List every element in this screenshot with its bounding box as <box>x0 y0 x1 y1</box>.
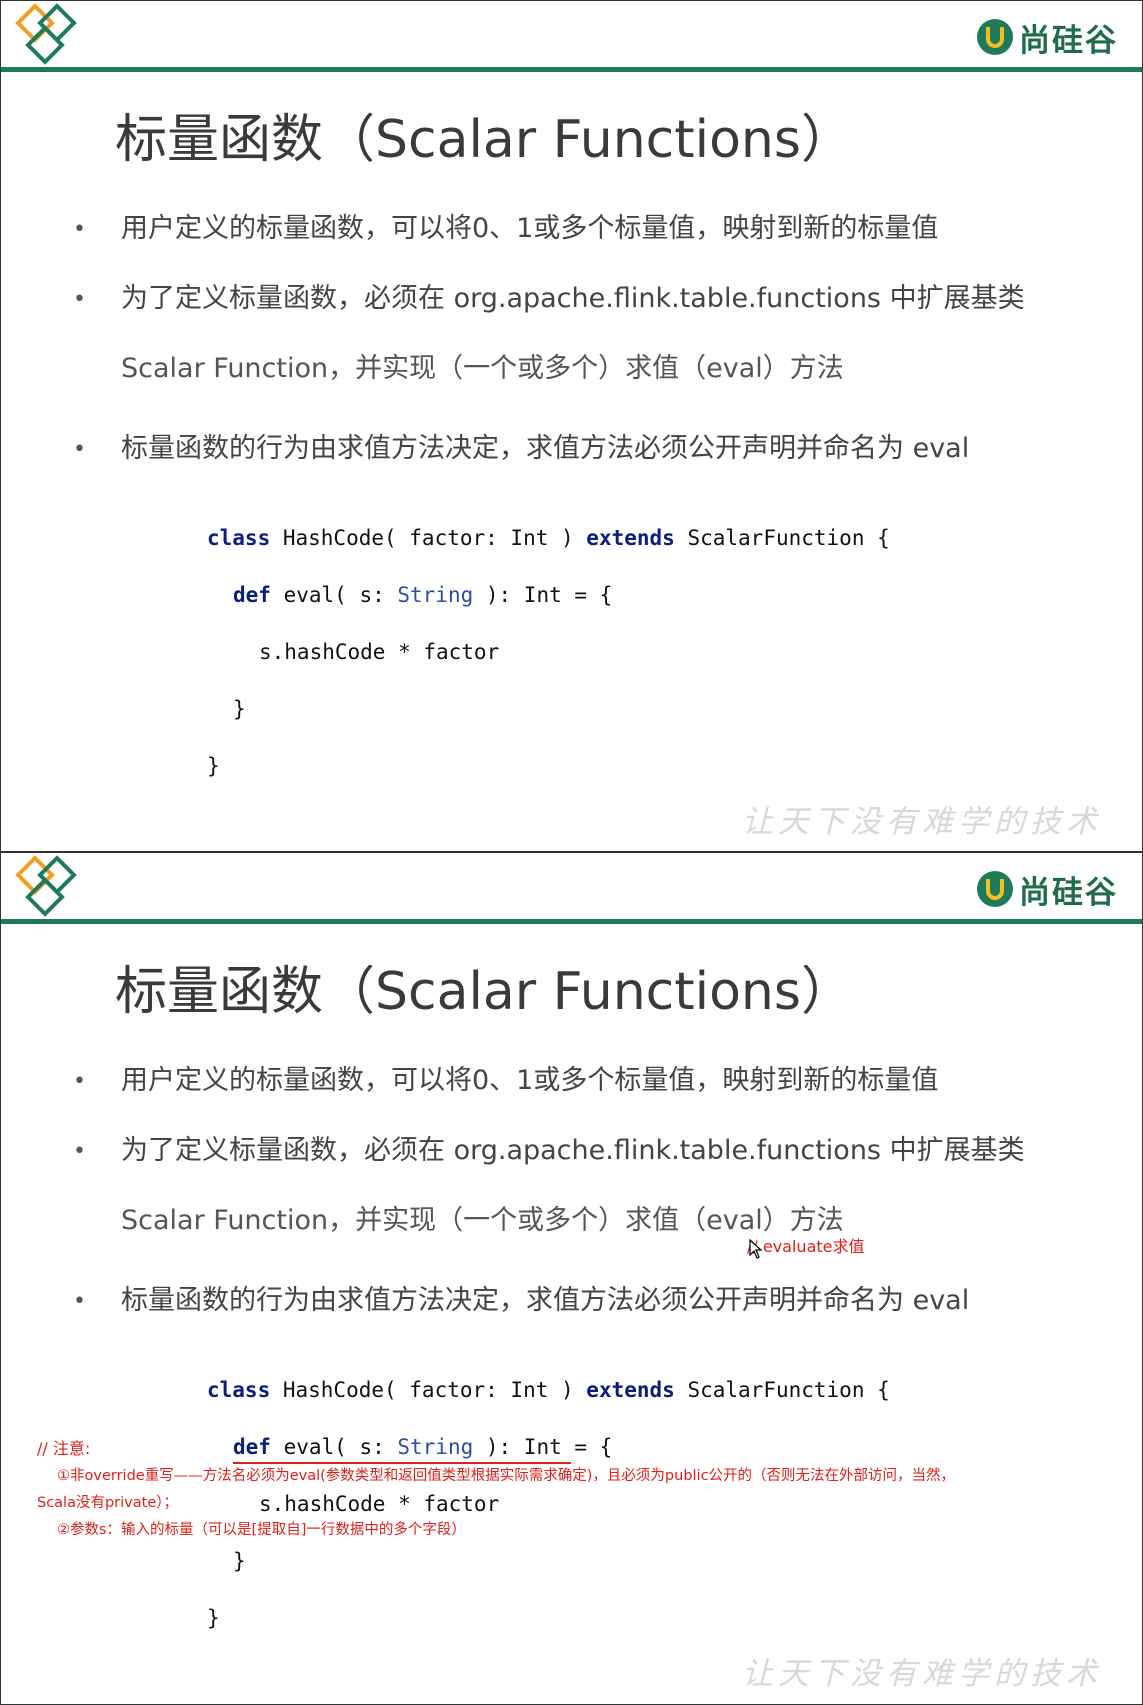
slide-title: 标量函数（Scalar Functions） <box>115 110 853 170</box>
header-divider <box>1 67 1142 72</box>
mouse-cursor-icon <box>749 1239 763 1259</box>
bullet-dot-icon: • <box>73 217 86 242</box>
code-line: def eval( s: String ): Int = { <box>233 583 613 607</box>
brand-u-icon <box>977 19 1013 55</box>
note-item-1-continued: Scala没有private）； <box>37 1495 178 1511</box>
code-line: } <box>207 1606 220 1630</box>
brand-name: 尚硅谷 <box>1019 874 1118 911</box>
brand-u-icon <box>977 871 1013 907</box>
code-line: } <box>233 1549 246 1573</box>
diamond-logo-icon <box>15 3 77 65</box>
bullet-item: • 为了定义标量函数，必须在 org.apache.flink.table.fun… <box>73 276 1025 315</box>
slide-2: 尚硅谷 标量函数（Scalar Functions） • 用户定义的标量函数，可以… <box>0 852 1143 1705</box>
bullet-text: 标量函数的行为由求值方法决定，求值方法必须公开声明并命名为 eval <box>121 1285 970 1316</box>
brand-logo: 尚硅谷 <box>975 867 1118 911</box>
code-line: s.hashCode * factor <box>259 1492 500 1516</box>
brand-name: 尚硅谷 <box>1019 22 1118 59</box>
code-line: class HashCode( factor: Int ) extends Sc… <box>207 526 890 550</box>
slogan-watermark: 让天下没有难学的技术 <box>742 804 1102 840</box>
bullet-item: • 用户定义的标量函数，可以将0、1或多个标量值，映射到新的标量值 <box>73 206 938 245</box>
slide-1: 尚硅谷 标量函数（Scalar Functions） • 用户定义的标量函数，可以… <box>0 0 1143 852</box>
diamond-logo-icon <box>15 855 77 917</box>
bullet-dot-icon: • <box>73 1289 86 1314</box>
bullet-dot-icon: • <box>73 287 86 312</box>
bullet-text: 为了定义标量函数，必须在 org.apache.flink.table.func… <box>121 1135 1025 1166</box>
bullet-dot-icon: • <box>73 437 86 462</box>
bullet-item: • 标量函数的行为由求值方法决定，求值方法必须公开声明并命名为 eval <box>73 1278 969 1317</box>
note-item-2: ②参数s：输入的标量（可以是[提取自]一行数据中的多个字段） <box>57 1522 466 1538</box>
bullet-item: • 为了定义标量函数，必须在 org.apache.flink.table.fun… <box>73 1128 1025 1167</box>
code-line: } <box>207 754 220 778</box>
bullet-item: • 标量函数的行为由求值方法决定，求值方法必须公开声明并命名为 eval <box>73 426 969 465</box>
brand-logo: 尚硅谷 <box>975 15 1118 59</box>
bullet-dot-icon: • <box>73 1139 86 1164</box>
slide-title: 标量函数（Scalar Functions） <box>115 962 853 1022</box>
bullet-text: 用户定义的标量函数，可以将0、1或多个标量值，映射到新的标量值 <box>121 1065 939 1096</box>
note-heading: // 注意: <box>37 1439 91 1458</box>
header-divider <box>1 919 1142 924</box>
bullet-continuation: Scalar Function，并实现（一个或多个）求值（eval）方法 <box>121 1205 844 1236</box>
bullet-item: • 用户定义的标量函数，可以将0、1或多个标量值，映射到新的标量值 <box>73 1058 938 1097</box>
code-line: } <box>233 697 246 721</box>
bullet-text: 用户定义的标量函数，可以将0、1或多个标量值，映射到新的标量值 <box>121 213 939 244</box>
bullet-continuation: Scalar Function，并实现（一个或多个）求值（eval）方法 <box>121 353 844 384</box>
eval-annotation: // evaluate求值 <box>747 1237 865 1256</box>
bullet-dot-icon: • <box>73 1069 86 1094</box>
bullet-text: 为了定义标量函数，必须在 org.apache.flink.table.func… <box>121 283 1025 314</box>
code-line: def eval( s: String ): Int = { <box>233 1435 613 1459</box>
code-line: class HashCode( factor: Int ) extends Sc… <box>207 1378 890 1402</box>
note-item-1: ①非override重写——方法名必须为eval(参数类型和返回值类型根据实际需… <box>57 1468 956 1484</box>
code-line: s.hashCode * factor <box>259 640 500 664</box>
bullet-text: 标量函数的行为由求值方法决定，求值方法必须公开声明并命名为 eval <box>121 433 970 464</box>
slogan-watermark: 让天下没有难学的技术 <box>742 1656 1102 1692</box>
